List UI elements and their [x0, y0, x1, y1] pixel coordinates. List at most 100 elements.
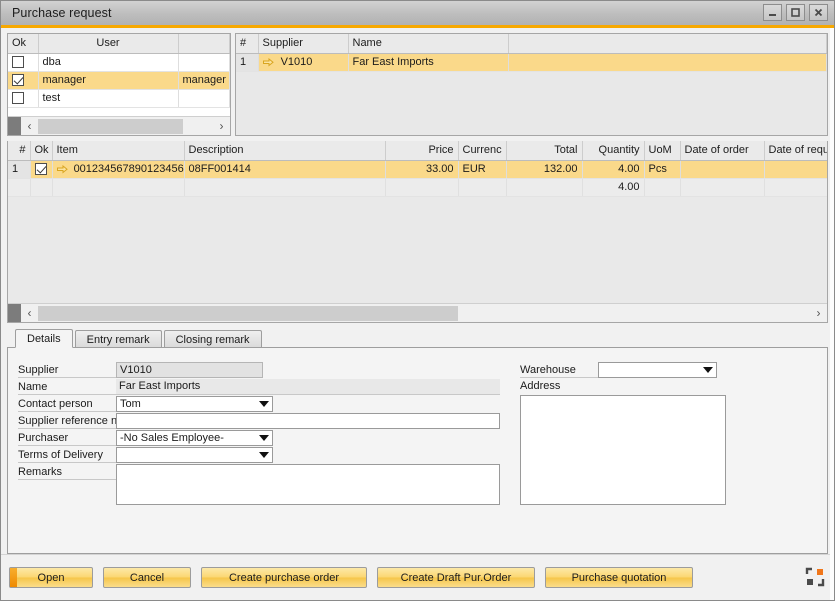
- suppliers-col-num[interactable]: #: [236, 34, 258, 53]
- scroll-left-icon[interactable]: ‹: [21, 117, 38, 136]
- label-supplier: Supplier: [18, 362, 116, 378]
- table-row[interactable]: dba: [8, 53, 230, 71]
- supplier-reference-input[interactable]: [116, 413, 500, 429]
- empty-cell: [348, 71, 508, 89]
- terms-of-delivery-select[interactable]: [116, 447, 273, 463]
- items-grid: # Ok Item Description Price Currenc Tota…: [8, 141, 828, 210]
- details-section: Details Entry remark Closing remark Supp…: [7, 329, 828, 554]
- link-arrow-icon[interactable]: [57, 165, 68, 174]
- item-cell-uom: Pcs: [644, 160, 680, 178]
- items-horizontal-scrollbar[interactable]: ‹ ›: [8, 303, 827, 322]
- scroll-right-icon[interactable]: ›: [810, 304, 827, 323]
- tab-closing-remark[interactable]: Closing remark: [164, 330, 262, 348]
- scrollbar-thumb[interactable]: [38, 119, 183, 134]
- scrollbar-thumb[interactable]: [38, 306, 458, 321]
- control-purchaser: -No Sales Employee-: [116, 430, 273, 446]
- scrollbar-track[interactable]: [38, 304, 810, 323]
- link-arrow-icon[interactable]: [263, 58, 274, 67]
- items-col-ok[interactable]: Ok: [30, 141, 52, 160]
- maximize-button[interactable]: [786, 4, 805, 21]
- chevron-down-icon[interactable]: [255, 448, 272, 462]
- table-row-empty: [236, 71, 827, 89]
- field-contact-person: Contact person Tom: [18, 396, 510, 412]
- tab-entry-remark[interactable]: Entry remark: [75, 330, 162, 348]
- totals-cell: [680, 178, 764, 196]
- items-col-description[interactable]: Description: [184, 141, 385, 160]
- scrollbar-grip[interactable]: [8, 304, 21, 323]
- users-col-ok[interactable]: Ok: [8, 34, 38, 53]
- items-col-price[interactable]: Price: [385, 141, 458, 160]
- chevron-down-icon[interactable]: [699, 363, 716, 377]
- users-cell-ok[interactable]: [8, 53, 38, 71]
- users-cell-user: dba: [38, 53, 178, 71]
- items-col-uom[interactable]: UoM: [644, 141, 680, 160]
- purchaser-value: -No Sales Employee-: [120, 432, 255, 444]
- items-col-item[interactable]: Item: [52, 141, 184, 160]
- open-button[interactable]: Open: [9, 567, 93, 588]
- purchase-request-window: Purchase request: [0, 0, 835, 601]
- field-name: Name Far East Imports: [18, 379, 510, 395]
- open-button-label: Open: [38, 572, 65, 584]
- scrollbar-grip[interactable]: [8, 117, 21, 136]
- chevron-down-icon[interactable]: [255, 397, 272, 411]
- user-checkbox[interactable]: [12, 74, 24, 86]
- field-address: Address: [520, 379, 817, 505]
- table-row[interactable]: test: [8, 89, 230, 107]
- field-supplier: Supplier V1010: [18, 362, 510, 378]
- table-row[interactable]: 1 V1010 Far East Imports: [236, 53, 827, 71]
- users-header-row: Ok User: [8, 34, 230, 53]
- field-supplier-reference: Supplier reference nu: [18, 413, 510, 429]
- control-terms-of-delivery: [116, 447, 273, 463]
- create-draft-purchase-order-button[interactable]: Create Draft Pur.Order: [377, 567, 535, 588]
- item-cell-total: 132.00: [506, 160, 582, 178]
- suppliers-col-blank[interactable]: [508, 34, 827, 53]
- items-col-currency[interactable]: Currenc: [458, 141, 506, 160]
- items-col-quantity[interactable]: Quantity: [582, 141, 644, 160]
- details-form-left: Supplier V1010 Name Far East Imports Con…: [18, 362, 510, 553]
- items-col-total[interactable]: Total: [506, 141, 582, 160]
- chevron-down-icon[interactable]: [255, 431, 272, 445]
- remarks-textarea[interactable]: [116, 464, 500, 505]
- items-col-date-of-required[interactable]: Date of requi: [764, 141, 828, 160]
- suppliers-col-name[interactable]: Name: [348, 34, 508, 53]
- control-remarks: [116, 464, 500, 505]
- minimize-button[interactable]: [763, 4, 782, 21]
- users-horizontal-scrollbar[interactable]: ‹ ›: [8, 116, 230, 135]
- scroll-right-icon[interactable]: ›: [213, 117, 230, 136]
- label-remarks: Remarks: [18, 464, 116, 480]
- user-checkbox[interactable]: [12, 56, 24, 68]
- users-col-blank[interactable]: [178, 34, 230, 53]
- close-button[interactable]: [809, 4, 828, 21]
- field-remarks: Remarks: [18, 464, 510, 505]
- items-col-date-of-order[interactable]: Date of order: [680, 141, 764, 160]
- purchase-quotation-button[interactable]: Purchase quotation: [545, 567, 693, 588]
- create-purchase-order-button[interactable]: Create purchase order: [201, 567, 367, 588]
- user-checkbox[interactable]: [12, 92, 24, 104]
- address-textarea[interactable]: [520, 395, 726, 505]
- table-row[interactable]: manager manager: [8, 71, 230, 89]
- warehouse-select[interactable]: [598, 362, 717, 378]
- table-row[interactable]: 1 001234567890123456 08FF001414 33.00: [8, 160, 828, 178]
- contact-person-select[interactable]: Tom: [116, 396, 273, 412]
- scroll-left-icon[interactable]: ‹: [21, 304, 38, 323]
- users-cell-ok[interactable]: [8, 71, 38, 89]
- tab-details[interactable]: Details: [15, 329, 73, 348]
- item-cell-ok[interactable]: [30, 160, 52, 178]
- users-grid: Ok User dba: [8, 34, 230, 117]
- users-cell-ok[interactable]: [8, 89, 38, 107]
- items-col-num[interactable]: #: [8, 141, 30, 160]
- totals-cell: [30, 178, 52, 196]
- suppliers-col-supplier[interactable]: Supplier: [258, 34, 348, 53]
- totals-cell: [8, 178, 30, 196]
- item-checkbox[interactable]: [35, 163, 47, 175]
- totals-cell: [506, 178, 582, 196]
- supplier-input[interactable]: V1010: [116, 362, 263, 378]
- purchaser-select[interactable]: -No Sales Employee-: [116, 430, 273, 446]
- resize-corner-icon[interactable]: [805, 567, 825, 587]
- control-contact-person: Tom: [116, 396, 273, 412]
- cancel-button[interactable]: Cancel: [103, 567, 191, 588]
- window-title: Purchase request: [12, 6, 112, 20]
- users-col-user[interactable]: User: [38, 34, 178, 53]
- cancel-button-label: Cancel: [130, 572, 164, 584]
- scrollbar-track[interactable]: [38, 117, 213, 136]
